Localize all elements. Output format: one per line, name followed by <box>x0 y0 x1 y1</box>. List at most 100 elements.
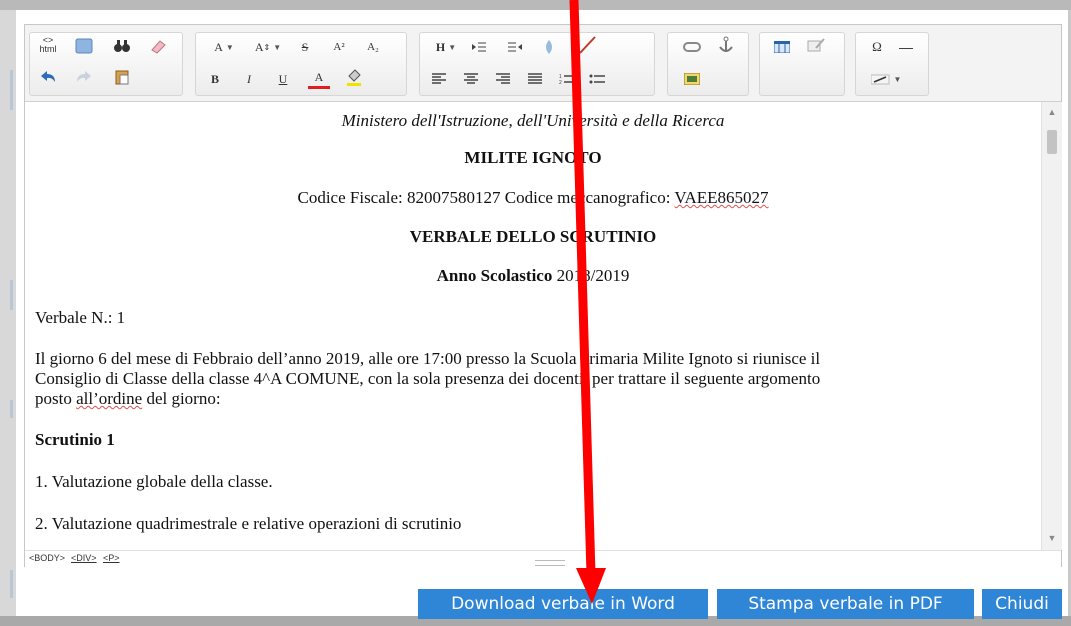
link-icon <box>683 42 701 52</box>
font-family-dropdown[interactable]: A ▼ <box>204 37 244 57</box>
toolbar-group-link <box>667 32 749 96</box>
eraser-icon <box>151 40 166 54</box>
editor-statusbar: <BODY> <DIV> <P> <box>25 550 1061 567</box>
paste-button[interactable] <box>110 67 134 87</box>
path-div[interactable]: <DIV> <box>71 553 97 563</box>
resize-grip[interactable] <box>535 560 565 566</box>
anchor-button[interactable] <box>714 35 738 55</box>
paragraph-line-2: Consiglio di Classe della classe 4^A COM… <box>35 369 821 388</box>
print-pdf-button[interactable]: Stampa verbale in PDF <box>717 589 974 619</box>
edge-mark <box>10 400 13 418</box>
toolbar-group-edit: <> html <box>29 32 183 96</box>
toolbar-group-table <box>759 32 845 96</box>
html-source-button[interactable]: <> html <box>36 35 60 55</box>
signature-icon <box>870 74 890 85</box>
undo-button[interactable] <box>36 67 60 87</box>
ministry-line: Ministero dell'Istruzione, dell'Universi… <box>341 111 725 130</box>
redo-button[interactable] <box>72 67 96 87</box>
toolbar-group-font: A ▼ A ⇕ ▼ S A² A₂ B I U A <box>195 32 407 96</box>
fullscreen-button[interactable] <box>72 36 96 56</box>
horizontal-rule-button[interactable]: — <box>894 37 918 57</box>
paragraph-line-3: posto all’ordine del giorno: <box>35 389 1031 409</box>
highlight-button[interactable] <box>342 67 366 87</box>
font-label: A <box>214 39 223 54</box>
agenda-item-2: 2. Valutazione quadrimestrale e relative… <box>35 514 462 533</box>
subscript-button[interactable]: A₂ <box>360 37 386 57</box>
scroll-thumb[interactable] <box>1047 130 1057 154</box>
scrutinio-heading: Scrutinio 1 <box>35 430 115 449</box>
eraser-button[interactable] <box>146 36 170 56</box>
font-size-dropdown[interactable]: A ⇕ ▼ <box>248 37 288 57</box>
bullet-list-button[interactable] <box>586 69 608 89</box>
numbered-list-button[interactable]: 12 <box>556 69 578 89</box>
align-center-button[interactable] <box>460 69 482 89</box>
window-top-strip <box>0 0 1071 10</box>
superscript-button[interactable]: A² <box>326 37 352 57</box>
background-page-edge <box>0 10 17 616</box>
align-right-button[interactable] <box>492 69 514 89</box>
underline-button[interactable]: U <box>272 69 294 89</box>
codes-line: Codice Fiscale: 82007580127 Codice mecca… <box>35 188 1031 208</box>
school-year-line: Anno Scolastico 2018/2019 <box>35 266 1031 286</box>
clear-format-button[interactable] <box>538 37 560 57</box>
table-button[interactable] <box>770 37 794 57</box>
school-year-label: Anno Scolastico <box>436 266 553 285</box>
school-name: MILITE IGNOTO <box>464 148 602 167</box>
pen-button[interactable] <box>574 35 600 55</box>
indent-icon <box>472 42 486 52</box>
binoculars-icon <box>114 40 130 52</box>
signature-dropdown[interactable]: ▼ <box>866 69 906 89</box>
indent-button[interactable] <box>468 37 490 57</box>
font-size-icon: ⇕ <box>263 42 271 52</box>
path-body[interactable]: <BODY> <box>29 553 65 563</box>
codes-prefix: Codice Fiscale: 82007580127 Codice mecca… <box>297 188 675 207</box>
paragraph-text: del giorno: <box>142 389 221 408</box>
link-button[interactable] <box>680 37 704 57</box>
close-button[interactable]: Chiudi <box>982 589 1062 619</box>
school-year-value: 2018/2019 <box>552 266 630 285</box>
heading-dropdown[interactable]: H ▼ <box>428 37 464 57</box>
outdent-icon <box>508 42 522 52</box>
mechanographic-code: VAEE865027 <box>674 188 769 207</box>
outdent-button[interactable] <box>504 37 526 57</box>
font-color-button[interactable]: A <box>308 69 330 89</box>
strikethrough-button[interactable]: S <box>294 37 316 57</box>
document-title: VERBALE DELLO SCRUTINIO <box>409 227 657 246</box>
pen-icon <box>579 36 596 54</box>
toolbar-group-insert: Ω — ▼ <box>855 32 929 96</box>
numbered-list-icon: 12 <box>559 74 575 85</box>
html-label: html <box>39 44 57 54</box>
verbale-dialog: <> html A ▼ A ⇕ ▼ S A² A₂ B I U A H ▼ 1 … <box>16 10 1068 619</box>
scroll-down-icon[interactable]: ▼ <box>1042 530 1062 546</box>
document-content[interactable]: Ministero dell'Istruzione, dell'Universi… <box>25 102 1041 550</box>
italic-button[interactable]: I <box>238 69 260 89</box>
edge-mark <box>10 70 13 110</box>
droplet-icon <box>546 40 552 54</box>
justify-button[interactable] <box>524 69 546 89</box>
dropdown-arrow-icon: ▼ <box>448 42 457 52</box>
table-edit-icon <box>807 38 825 52</box>
rich-text-editor: <> html A ▼ A ⇕ ▼ S A² A₂ B I U A H ▼ 1 … <box>24 24 1062 567</box>
align-right-icon <box>496 73 510 84</box>
misspelled-word: all’ordine <box>76 389 143 408</box>
image-icon <box>684 73 700 85</box>
table-properties-button[interactable] <box>804 35 828 55</box>
align-left-icon <box>432 73 446 84</box>
find-button[interactable] <box>110 36 134 56</box>
redo-icon <box>77 71 91 82</box>
image-button[interactable] <box>680 69 704 89</box>
undo-icon <box>41 71 55 82</box>
editor-scrollbar[interactable]: ▲ ▼ <box>1041 102 1062 550</box>
download-word-button[interactable]: Download verbale in Word <box>418 589 708 619</box>
special-char-button[interactable]: Ω <box>866 37 888 57</box>
align-center-icon <box>464 73 478 84</box>
scroll-up-icon[interactable]: ▲ <box>1042 104 1062 120</box>
path-p[interactable]: <P> <box>103 553 120 563</box>
edge-mark <box>10 280 13 310</box>
bold-button[interactable]: B <box>204 69 226 89</box>
dropdown-arrow-icon: ▼ <box>273 42 282 52</box>
dropdown-arrow-icon: ▼ <box>893 74 902 84</box>
svg-text:2: 2 <box>559 80 562 85</box>
paint-bucket-icon <box>347 69 361 86</box>
align-left-button[interactable] <box>428 69 450 89</box>
